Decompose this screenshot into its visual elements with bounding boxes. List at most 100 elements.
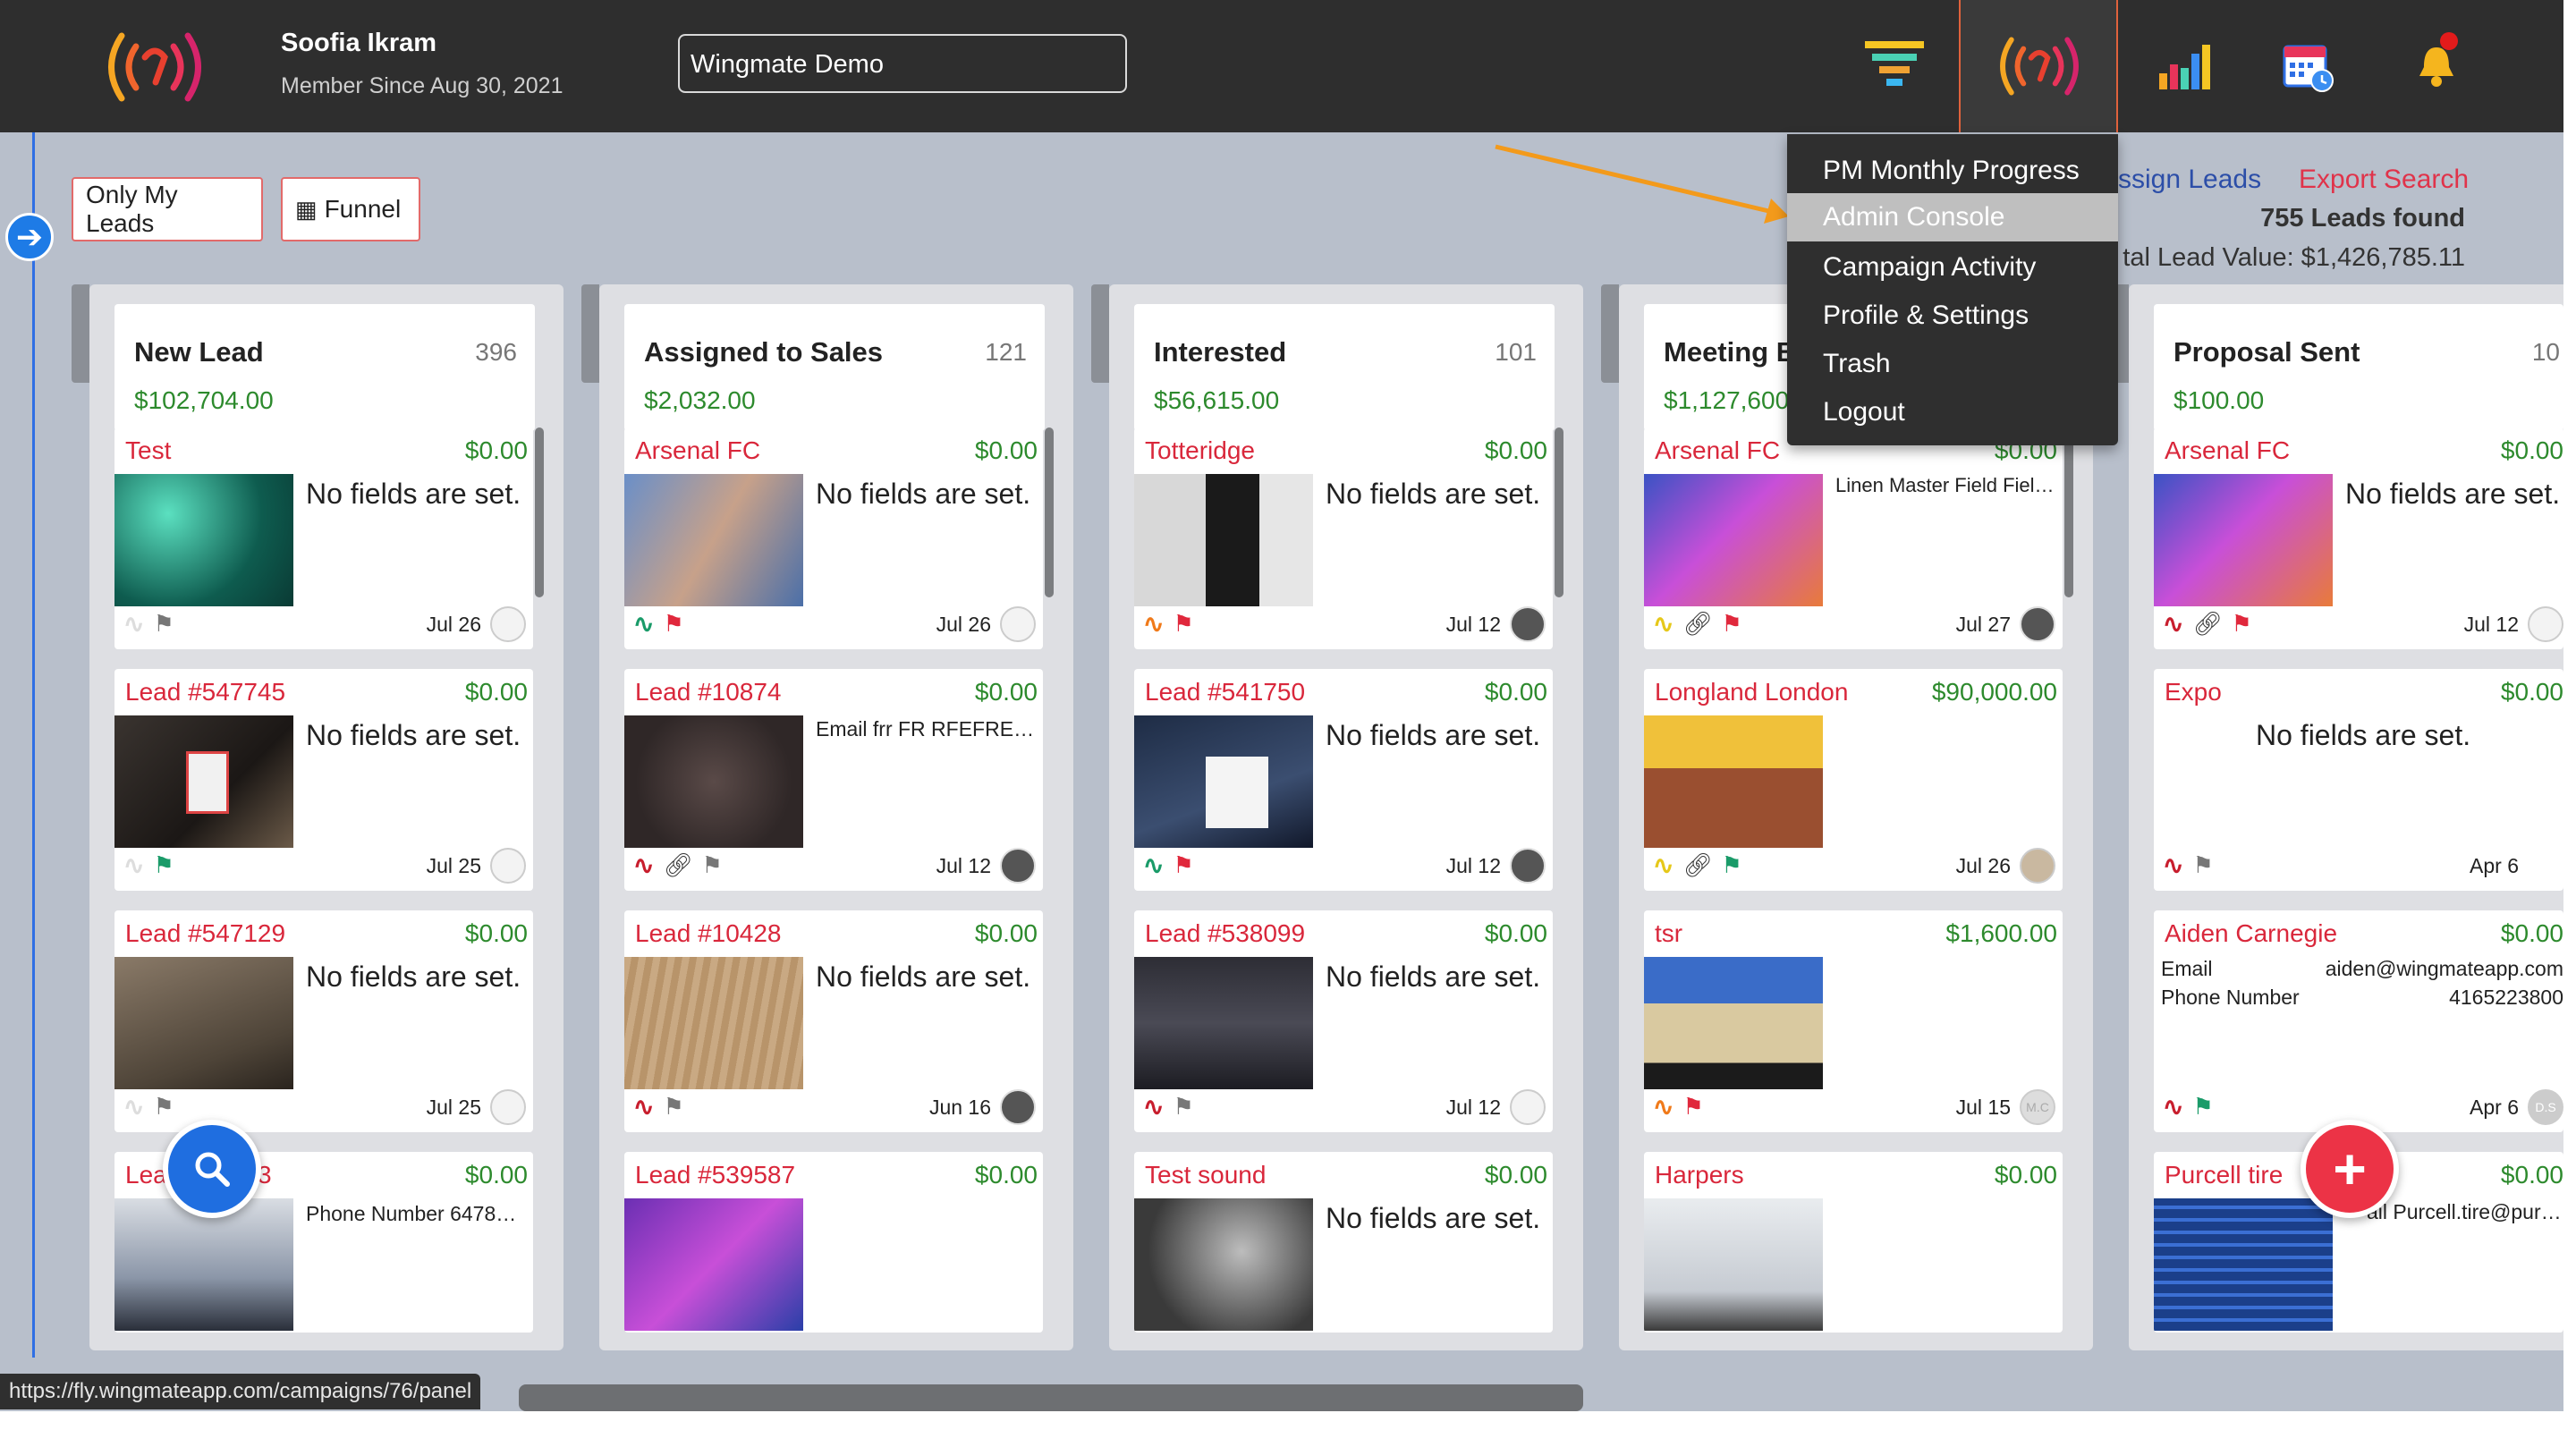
wingmate-nav-icon[interactable] <box>1987 32 2091 100</box>
column-scrollbar[interactable] <box>1045 427 1054 597</box>
add-lead-button[interactable]: + <box>2301 1120 2399 1218</box>
wingmate-logo-icon[interactable] <box>97 27 213 107</box>
menu-item-pm-monthly-progress[interactable]: PM Monthly Progress <box>1787 147 2118 195</box>
lead-name[interactable]: Arsenal FC <box>1655 436 1780 465</box>
lead-name[interactable]: Lead #538099 <box>1145 919 1305 948</box>
flag-icon[interactable]: ⚑ <box>2192 851 2213 879</box>
lead-name[interactable]: Arsenal FC <box>635 436 760 465</box>
flag-icon[interactable]: ⚑ <box>1721 851 1741 879</box>
lead-name[interactable]: Lead #547129 <box>125 919 285 948</box>
horizontal-scrollbar[interactable] <box>519 1384 1583 1411</box>
only-my-leads-button[interactable]: Only My Leads <box>72 177 263 241</box>
activity-icon[interactable]: ∿ <box>1143 850 1164 880</box>
lead-name[interactable]: Longland London <box>1655 678 1848 707</box>
lead-name[interactable]: Harpers <box>1655 1161 1744 1189</box>
lead-card[interactable]: Harpers $0.00 <box>1644 1152 2063 1333</box>
activity-icon[interactable]: ∿ <box>123 609 144 639</box>
activity-icon[interactable]: ∿ <box>1653 850 1674 880</box>
flag-icon[interactable]: ⚑ <box>701 851 722 879</box>
lead-card[interactable]: Arsenal FC $0.00 Linen Master Field Fiel… <box>1644 427 2063 649</box>
lead-card[interactable]: Expo $0.00 No fields are set. ∿ ⚑ Apr 6 <box>2154 669 2563 891</box>
flag-icon[interactable]: ⚑ <box>663 1093 683 1121</box>
column-drag-handle[interactable] <box>1091 284 1109 383</box>
activity-icon[interactable]: ∿ <box>1143 609 1164 639</box>
flag-icon[interactable]: ⚑ <box>2231 610 2251 638</box>
chart-icon[interactable] <box>2150 32 2218 100</box>
expand-sidebar-icon[interactable]: ➔ <box>5 213 54 261</box>
column-drag-handle[interactable] <box>72 284 89 383</box>
link-icon[interactable]: 🔗︎ <box>1682 610 1712 638</box>
link-icon[interactable]: 🔗︎ <box>663 851 692 879</box>
activity-icon[interactable]: ∿ <box>1653 609 1674 639</box>
lead-card[interactable]: Test $0.00 No fields are set. ∿ ⚑ Jul 26 <box>114 427 533 649</box>
lead-card[interactable]: Longland London $90,000.00 ∿ 🔗︎ ⚑ Jul 26 <box>1644 669 2063 891</box>
activity-icon[interactable]: ∿ <box>123 1092 144 1121</box>
lead-card[interactable]: Lead #538099 $0.00 No fields are set. ∿ ⚑… <box>1134 910 1553 1132</box>
flag-icon[interactable]: ⚑ <box>153 610 174 638</box>
lead-card[interactable]: Lead #541750 $0.00 No fields are set. ∿ ⚑… <box>1134 669 1553 891</box>
activity-icon[interactable]: ∿ <box>633 850 654 880</box>
activity-icon[interactable]: ∿ <box>1653 1092 1674 1121</box>
lead-name[interactable]: Lead #539587 <box>635 1161 795 1189</box>
column-scrollbar[interactable] <box>535 427 544 597</box>
bell-icon[interactable] <box>2402 32 2470 100</box>
flag-icon[interactable]: ⚑ <box>153 1093 174 1121</box>
lead-name[interactable]: Arsenal FC <box>2165 436 2290 465</box>
activity-icon[interactable]: ∿ <box>1143 1092 1164 1121</box>
activity-icon[interactable]: ∿ <box>123 850 144 880</box>
lead-card[interactable]: Totteridge $0.00 No fields are set. ∿ ⚑ J… <box>1134 427 1553 649</box>
lead-name[interactable]: Lead #547745 <box>125 678 285 707</box>
flag-icon[interactable]: ⚑ <box>153 851 174 879</box>
lead-name[interactable]: Test <box>125 436 171 465</box>
lead-name[interactable]: Purcell tire <box>2165 1161 2283 1189</box>
flag-icon[interactable]: ⚑ <box>2192 1093 2213 1121</box>
menu-item-logout[interactable]: Logout <box>1787 388 2118 436</box>
lead-card[interactable]: Lead #547129 $0.00 No fields are set. ∿ ⚑… <box>114 910 533 1132</box>
lead-name[interactable]: Lead #10874 <box>635 678 782 707</box>
assign-leads-link[interactable]: ssign Leads <box>2118 165 2261 195</box>
lead-name[interactable]: Totteridge <box>1145 436 1255 465</box>
menu-item-trash[interactable]: Trash <box>1787 340 2118 388</box>
export-search-link[interactable]: Export Search <box>2299 165 2469 195</box>
column-drag-handle[interactable] <box>581 284 599 383</box>
activity-icon[interactable]: ∿ <box>2163 850 2183 880</box>
lead-name[interactable]: Lead #10428 <box>635 919 782 948</box>
campaign-select[interactable]: Wingmate Demo <box>678 34 1127 93</box>
lead-card[interactable]: Lead #10428 $0.00 No fields are set. ∿ ⚑ … <box>624 910 1043 1132</box>
column-drag-handle[interactable] <box>1601 284 1619 383</box>
lead-card[interactable]: Test sound $0.00 No fields are set. <box>1134 1152 1553 1333</box>
lead-card[interactable]: tsr $1,600.00 ∿ ⚑ Jul 15 M.C <box>1644 910 2063 1132</box>
lead-card[interactable]: Aiden Carnegie $0.00 Email aiden@wingmat… <box>2154 910 2563 1132</box>
calendar-icon[interactable] <box>2274 32 2342 100</box>
activity-icon[interactable]: ∿ <box>2163 609 2183 639</box>
lead-card[interactable]: Lead #539587 $0.00 <box>624 1152 1043 1333</box>
menu-item-campaign-activity[interactable]: Campaign Activity <box>1787 243 2118 292</box>
lead-card[interactable]: Arsenal FC $0.00 No fields are set. ∿ 🔗︎ ⚑… <box>2154 427 2563 649</box>
lead-card[interactable]: Lead #10874 $0.00 Email frr FR RFEFRE F…… <box>624 669 1043 891</box>
menu-item-profile-settings[interactable]: Profile & Settings <box>1787 292 2118 340</box>
lead-name[interactable]: Lead #541750 <box>1145 678 1305 707</box>
menu-item-admin-console[interactable]: Admin Console <box>1787 193 2118 241</box>
flag-icon[interactable]: ⚑ <box>1173 851 1193 879</box>
lead-card[interactable]: Arsenal FC $0.00 No fields are set. ∿ ⚑ J… <box>624 427 1043 649</box>
lead-name[interactable]: Test sound <box>1145 1161 1266 1189</box>
lead-name[interactable]: tsr <box>1655 919 1682 948</box>
column-scrollbar[interactable] <box>1555 427 1563 597</box>
activity-icon[interactable]: ∿ <box>633 609 654 639</box>
flag-icon[interactable]: ⚑ <box>1173 610 1193 638</box>
flag-icon[interactable]: ⚑ <box>1173 1093 1193 1121</box>
funnel-button[interactable]: ▦ Funnel <box>281 177 420 241</box>
flag-icon[interactable]: ⚑ <box>1682 1093 1703 1121</box>
lead-name[interactable]: Lea <box>125 1161 167 1189</box>
search-fab-button[interactable] <box>163 1120 261 1218</box>
activity-icon[interactable]: ∿ <box>2163 1092 2183 1121</box>
activity-icon[interactable]: ∿ <box>633 1092 654 1121</box>
link-icon[interactable]: 🔗︎ <box>2192 610 2222 638</box>
lead-name[interactable]: Aiden Carnegie <box>2165 919 2337 948</box>
column-scrollbar[interactable] <box>2064 427 2073 597</box>
flag-icon[interactable]: ⚑ <box>663 610 683 638</box>
lead-card[interactable]: Lead #547745 $0.00 No fields are set. ∿ ⚑… <box>114 669 533 891</box>
link-icon[interactable]: 🔗︎ <box>1682 851 1712 879</box>
flag-icon[interactable]: ⚑ <box>1721 610 1741 638</box>
funnel-icon[interactable] <box>1860 32 1928 100</box>
